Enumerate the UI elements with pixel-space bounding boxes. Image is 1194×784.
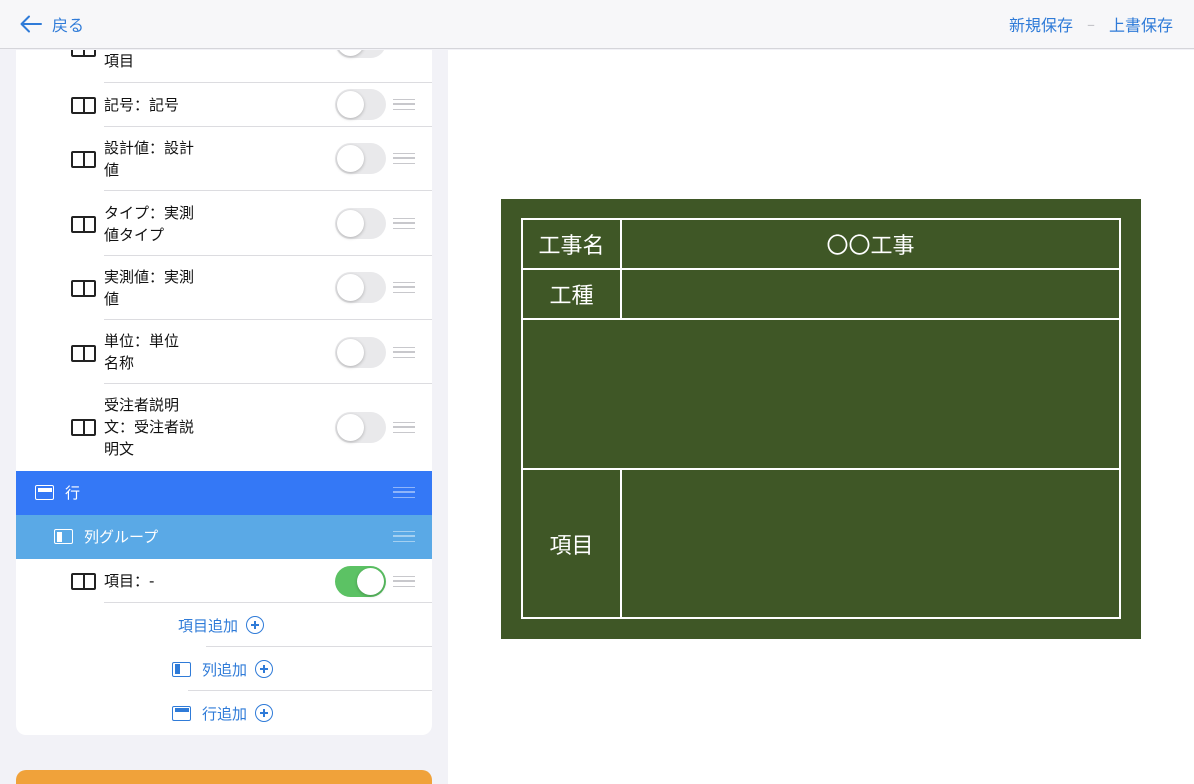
toggle-knob bbox=[337, 145, 364, 172]
row-icon bbox=[172, 705, 191, 721]
toggle-knob bbox=[337, 210, 364, 237]
drag-handle-icon[interactable] bbox=[393, 576, 415, 587]
row-header-label: 行 bbox=[65, 484, 81, 502]
add-column-label: 列追加 bbox=[202, 660, 248, 679]
visibility-toggle[interactable] bbox=[335, 143, 386, 174]
top-navigation-bar: 戻る 新規保存 – 上書保存 bbox=[0, 0, 1194, 49]
drag-handle-icon[interactable] bbox=[393, 218, 415, 229]
column-group-label: 列グループ bbox=[84, 528, 159, 546]
board-label-cell: 工種 bbox=[521, 268, 622, 320]
list-item[interactable]: タイプ：実測 値タイプ bbox=[16, 191, 432, 255]
drag-handle-icon[interactable] bbox=[393, 347, 415, 358]
toggle-knob bbox=[337, 339, 364, 366]
toggle-knob bbox=[337, 50, 364, 56]
layout-editor-panel: 項目 記号：記号 設計値：設計 値 タイプ：実測 値タイプ 実測値：実測 値 単… bbox=[0, 50, 448, 784]
toggle-knob bbox=[357, 568, 384, 595]
column-icon bbox=[71, 573, 96, 590]
column-icon bbox=[71, 280, 96, 297]
overwrite-save-button[interactable]: 上書保存 bbox=[1109, 12, 1173, 36]
add-item-label: 項目追加 bbox=[178, 616, 239, 635]
column-icon bbox=[71, 151, 96, 168]
column-group-header[interactable]: 列グループ bbox=[16, 515, 432, 559]
board-label-cell: 工事名 bbox=[521, 218, 622, 270]
board-value-cell: 〇〇工事 bbox=[620, 218, 1121, 270]
item-label: 単位：単位 名称 bbox=[104, 332, 180, 372]
list-item[interactable]: 受注者説明 文：受注者説 明文 bbox=[16, 384, 432, 471]
list-item[interactable]: 記号：記号 bbox=[16, 83, 432, 127]
divider bbox=[104, 602, 432, 603]
item-label: 実測値：実測 値 bbox=[104, 268, 195, 308]
plus-circle-icon bbox=[246, 616, 265, 634]
list-item[interactable]: 項目 bbox=[16, 50, 432, 82]
list-item[interactable]: 実測値：実測 値 bbox=[16, 256, 432, 320]
column-icon bbox=[71, 50, 96, 57]
back-label: 戻る bbox=[52, 16, 85, 35]
board-label-cell: 項目 bbox=[521, 468, 622, 619]
action-button[interactable] bbox=[16, 770, 432, 784]
add-item-button[interactable]: 項目追加 bbox=[178, 614, 265, 636]
item-label: タイプ：実測 値タイプ bbox=[104, 204, 195, 244]
drag-handle-icon[interactable] bbox=[393, 153, 415, 164]
column-group-icon bbox=[54, 529, 73, 544]
save-separator: – bbox=[1086, 14, 1095, 34]
divider bbox=[206, 646, 432, 647]
visibility-toggle[interactable] bbox=[335, 412, 386, 443]
back-button[interactable]: 戻る bbox=[20, 12, 84, 36]
layout-tree-card: 項目 記号：記号 設計値：設計 値 タイプ：実測 値タイプ 実測値：実測 値 単… bbox=[16, 50, 432, 735]
plus-circle-icon bbox=[255, 660, 274, 678]
toggle-knob bbox=[337, 274, 364, 301]
item-label: 項目：- bbox=[104, 572, 155, 590]
save-actions: 新規保存 – 上書保存 bbox=[1009, 12, 1173, 36]
column-icon bbox=[71, 419, 96, 436]
visibility-toggle[interactable] bbox=[335, 50, 386, 58]
drag-handle-icon[interactable] bbox=[393, 422, 415, 433]
visibility-toggle[interactable] bbox=[335, 208, 386, 239]
add-row-button[interactable]: 行追加 bbox=[172, 702, 274, 724]
add-column-button[interactable]: 列追加 bbox=[172, 658, 274, 680]
plus-circle-icon bbox=[255, 704, 274, 722]
add-row-label: 行追加 bbox=[202, 704, 248, 723]
list-item[interactable]: 単位：単位 名称 bbox=[16, 320, 432, 384]
save-new-button[interactable]: 新規保存 bbox=[1009, 12, 1073, 36]
visibility-toggle[interactable] bbox=[335, 566, 386, 597]
column-icon bbox=[71, 345, 96, 362]
list-item[interactable]: 設計値：設計 値 bbox=[16, 127, 432, 191]
board-value-cell bbox=[620, 468, 1121, 619]
list-item-active[interactable]: 項目：- bbox=[16, 559, 432, 603]
row-icon bbox=[35, 485, 54, 500]
column-group-icon bbox=[172, 661, 191, 677]
item-label: 記号：記号 bbox=[104, 96, 180, 114]
visibility-toggle[interactable] bbox=[335, 272, 386, 303]
board-wide-cell bbox=[521, 318, 1121, 470]
item-label: 設計値：設計 値 bbox=[104, 139, 195, 179]
visibility-toggle[interactable] bbox=[335, 89, 386, 120]
arrow-left-icon bbox=[20, 15, 42, 33]
drag-handle-icon[interactable] bbox=[393, 282, 415, 293]
item-label: 受注者説明 文：受注者説 明文 bbox=[104, 396, 195, 458]
column-icon bbox=[71, 216, 96, 233]
item-label: 項目 bbox=[104, 52, 135, 70]
divider bbox=[188, 690, 432, 691]
visibility-toggle[interactable] bbox=[335, 337, 386, 368]
drag-handle-icon[interactable] bbox=[393, 487, 415, 498]
toggle-knob bbox=[337, 91, 364, 118]
drag-handle-icon[interactable] bbox=[393, 531, 415, 542]
board-preview-area: 工事名 〇〇工事 工種 項目 bbox=[448, 50, 1194, 784]
board-value-cell bbox=[620, 268, 1121, 320]
drag-handle-icon[interactable] bbox=[393, 99, 415, 110]
blackboard-preview: 工事名 〇〇工事 工種 項目 bbox=[501, 199, 1141, 639]
column-icon bbox=[71, 97, 96, 114]
toggle-knob bbox=[337, 414, 364, 441]
row-header[interactable]: 行 bbox=[16, 471, 432, 515]
